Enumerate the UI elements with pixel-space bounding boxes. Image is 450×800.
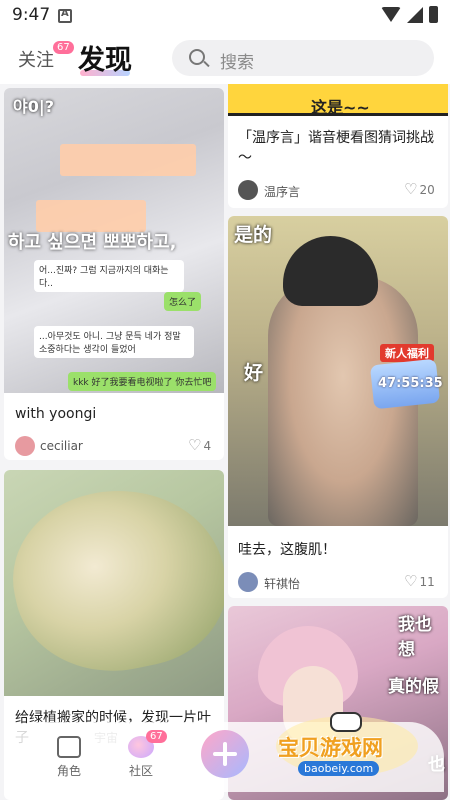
leaf-photo xyxy=(4,470,224,690)
wifi-icon xyxy=(381,7,401,22)
feed-card-3[interactable]: 是的 好 新人福利 47:55:35 哇去，这腹肌！ 轩祺怡 ♡ 11 xyxy=(228,216,448,598)
image-overlay-text: 这是~~ xyxy=(311,98,370,117)
feed-card-1[interactable]: 야0|? 하고 싶으면 뽀뽀하고, 어...진짜? 그럼 지금까지의 대화는 다… xyxy=(4,88,224,460)
chat-bubble: 어...진짜? 그럼 지금까지의 대화는 다.. xyxy=(34,260,184,292)
status-time: 9:47 xyxy=(12,5,51,25)
image-overlay-text: 好 xyxy=(244,362,264,384)
tab-follow[interactable]: 关注 xyxy=(18,46,54,72)
status-indicators xyxy=(381,6,438,23)
image-overlay-text: 真的假 xyxy=(388,677,439,697)
like-count: 20 xyxy=(419,183,435,197)
peach-bubble xyxy=(60,144,196,176)
new-user-gift[interactable]: 新人福利 47:55:35 xyxy=(366,344,446,412)
avatar[interactable] xyxy=(238,572,258,592)
heart-icon: ♡ xyxy=(404,180,418,198)
card-image: 这是~~ xyxy=(228,84,448,117)
image-overlay-text: 我也想 xyxy=(398,615,432,660)
status-bar: 9:47 xyxy=(0,0,450,32)
nav-role[interactable]: 角色 xyxy=(54,736,84,779)
watermark-url: baobeiy.com xyxy=(298,761,380,776)
card-image: 是的 好 新人福利 47:55:35 xyxy=(228,216,448,526)
card-title: 「温序言」谐音梗看图猜词挑战～ xyxy=(238,130,434,166)
tab-discover[interactable]: 发现 xyxy=(78,38,132,77)
like-button[interactable]: ♡ 11 xyxy=(404,572,435,590)
chat-bubble-green: kkk 好了我要看电视啦了 你去忙吧 xyxy=(68,372,217,391)
avatar[interactable] xyxy=(15,436,35,456)
image-overlay-text: 하고 싶으면 뽀뽀하고, xyxy=(8,232,177,253)
heart-icon: ♡ xyxy=(404,572,418,590)
notification-a-icon xyxy=(58,8,72,23)
photo-figure-hair xyxy=(283,236,378,306)
card-image xyxy=(4,470,224,696)
feed-card-2[interactable]: 这是~~ 「温序言」谐音梗看图猜词挑战～ 温序言 ♡ 20 xyxy=(228,84,448,208)
battery-icon xyxy=(429,6,438,23)
like-count: 11 xyxy=(419,575,435,589)
search-input[interactable]: 搜索 xyxy=(220,48,254,73)
chat-bubble: ...아무것도 아니. 그냥 문득 네가 정말 소중하다는 생각이 들었어 xyxy=(34,326,194,358)
like-button[interactable]: ♡ 4 xyxy=(188,436,211,454)
like-button[interactable]: ♡ 20 xyxy=(404,180,435,198)
author-name[interactable]: 轩祺怡 xyxy=(264,575,300,592)
gift-countdown: 47:55:35 xyxy=(378,376,443,391)
card-title: 哇去，这腹肌！ xyxy=(238,542,336,558)
nav-community-label: 社区 xyxy=(128,764,153,778)
nav-role-label: 角色 xyxy=(56,764,81,778)
role-card-icon xyxy=(57,736,81,758)
image-overlay-text: 야0|? xyxy=(13,97,54,116)
watermark-logo: 宝贝游戏网 baobeiy.com xyxy=(272,708,422,784)
search-icon xyxy=(189,49,205,65)
watermark-text: 宝贝游戏网 xyxy=(278,736,383,760)
author-name[interactable]: 温序言 xyxy=(264,183,300,200)
chat-bubble-green: 怎么了 xyxy=(164,292,202,311)
app-root: 9:47 关注 67 发现 搜索 야0|? 하고 싶으면 뽀뽀하고, 어...진… xyxy=(0,0,450,800)
community-badge: 67 xyxy=(146,730,167,743)
card-image: 야0|? 하고 싶으면 뽀뽀하고, 어...진짜? 그럼 지금까지의 대화는 다… xyxy=(4,88,224,393)
image-overlay-text: 是的 xyxy=(234,224,273,246)
author-name[interactable]: ceciliar xyxy=(40,439,83,453)
like-count: 4 xyxy=(203,439,212,453)
gamepad-icon xyxy=(330,712,362,732)
heart-icon: ♡ xyxy=(188,436,202,454)
top-header: 关注 67 发现 搜索 xyxy=(0,32,450,84)
card-title: with yoongi xyxy=(15,406,97,422)
avatar[interactable] xyxy=(238,180,258,200)
add-post-button[interactable] xyxy=(201,730,249,778)
search-bar[interactable]: 搜索 xyxy=(172,40,434,76)
signal-icon xyxy=(407,6,423,23)
follow-badge: 67 xyxy=(53,41,74,54)
